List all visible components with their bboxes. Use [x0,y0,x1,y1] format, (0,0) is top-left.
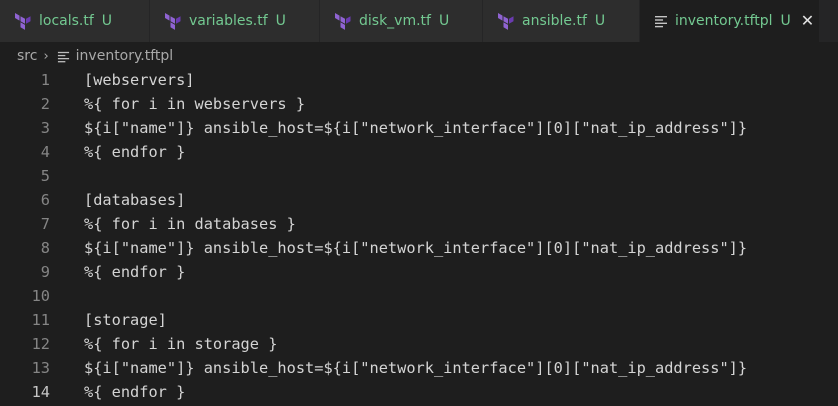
code-line[interactable]: 6 [databases] [0,188,838,212]
chevron-right-icon: › [43,48,49,64]
tab-locals-tf[interactable]: locals.tf U [0,0,150,42]
code-line-current[interactable]: 14 %{ endfor } [0,380,838,404]
code-line[interactable]: 3 ${i["name"]} ansible_host=${i["network… [0,116,838,140]
code-line[interactable]: 9 %{ endfor } [0,260,838,284]
code-line[interactable]: 13 ${i["name"]} ansible_host=${i["networ… [0,356,838,380]
code-text[interactable]: %{ endfor } [84,380,185,404]
git-untracked-badge: U [101,13,113,29]
tab-label: disk_vm.tf [359,13,431,29]
line-number: 7 [40,215,50,233]
line-number: 11 [31,311,50,329]
lines-icon [57,51,69,62]
code-text[interactable]: [databases] [84,188,185,212]
breadcrumb-file[interactable]: inventory.tftpl [76,48,174,64]
code-line[interactable]: 4 %{ endfor } [0,140,838,164]
code-line[interactable]: 2 %{ for i in webservers } [0,92,838,116]
tab-label: locals.tf [39,13,94,29]
tab-label: inventory.tftpl [675,13,773,29]
line-number: 13 [31,359,50,377]
line-number: 2 [40,95,50,113]
line-number: 1 [40,71,50,89]
code-line[interactable]: 10 [0,284,838,308]
line-number: 14 [31,383,50,401]
code-line[interactable]: 5 [0,164,838,188]
git-untracked-badge: U [780,13,791,29]
terraform-icon [165,13,181,30]
line-number: 10 [31,287,50,305]
line-number: 3 [40,119,50,137]
tab-ansible-tf[interactable]: ansible.tf U [483,0,640,42]
breadcrumb: src › inventory.tftpl [0,42,838,70]
code-text[interactable]: [webservers] [84,68,195,92]
code-line[interactable]: 1 [webservers] [0,68,838,92]
tab-variables-tf[interactable]: variables.tf U [150,0,320,42]
line-number: 6 [40,191,50,209]
line-number: 8 [40,239,50,257]
terraform-icon [335,13,351,30]
code-text[interactable]: ${i["name"]} ansible_host=${i["network_i… [84,116,747,140]
code-text[interactable]: %{ endfor } [84,260,185,284]
git-untracked-badge: U [438,13,450,29]
code-line[interactable]: 12 %{ for i in storage } [0,332,838,356]
line-number: 12 [31,335,50,353]
git-untracked-badge: U [594,13,606,29]
line-number: 9 [40,263,50,281]
code-text[interactable]: %{ for i in databases } [84,212,296,236]
tab-inventory-tftpl[interactable]: inventory.tftpl U ✕ [640,0,820,42]
tab-label: variables.tf [189,13,268,29]
code-text[interactable]: %{ endfor } [84,140,185,164]
code-line[interactable]: 7 %{ for i in databases } [0,212,838,236]
code-text[interactable]: %{ for i in webservers } [84,92,305,116]
code-text[interactable]: ${i["name"]} ansible_host=${i["network_i… [84,236,747,260]
terraform-icon [498,13,514,30]
tab-label: ansible.tf [522,13,587,29]
breadcrumb-folder[interactable]: src [17,48,37,64]
close-icon[interactable]: ✕ [801,13,814,29]
code-text[interactable]: %{ for i in storage } [84,332,277,356]
lines-icon [655,16,667,28]
code-text[interactable]: [storage] [84,308,167,332]
terraform-icon [15,13,31,30]
git-untracked-badge: U [275,13,286,29]
tab-bar: locals.tf U variables.tf U disk_vm.tf U … [0,0,838,42]
code-text[interactable]: ${i["name"]} ansible_host=${i["network_i… [84,356,747,380]
line-number: 4 [40,143,50,161]
code-line[interactable]: 11 [storage] [0,308,838,332]
code-line[interactable]: 8 ${i["name"]} ansible_host=${i["network… [0,236,838,260]
line-number: 5 [40,167,50,185]
tab-disk-vm-tf[interactable]: disk_vm.tf U [320,0,483,42]
code-editor[interactable]: 1 [webservers] 2 %{ for i in webservers … [0,68,838,406]
